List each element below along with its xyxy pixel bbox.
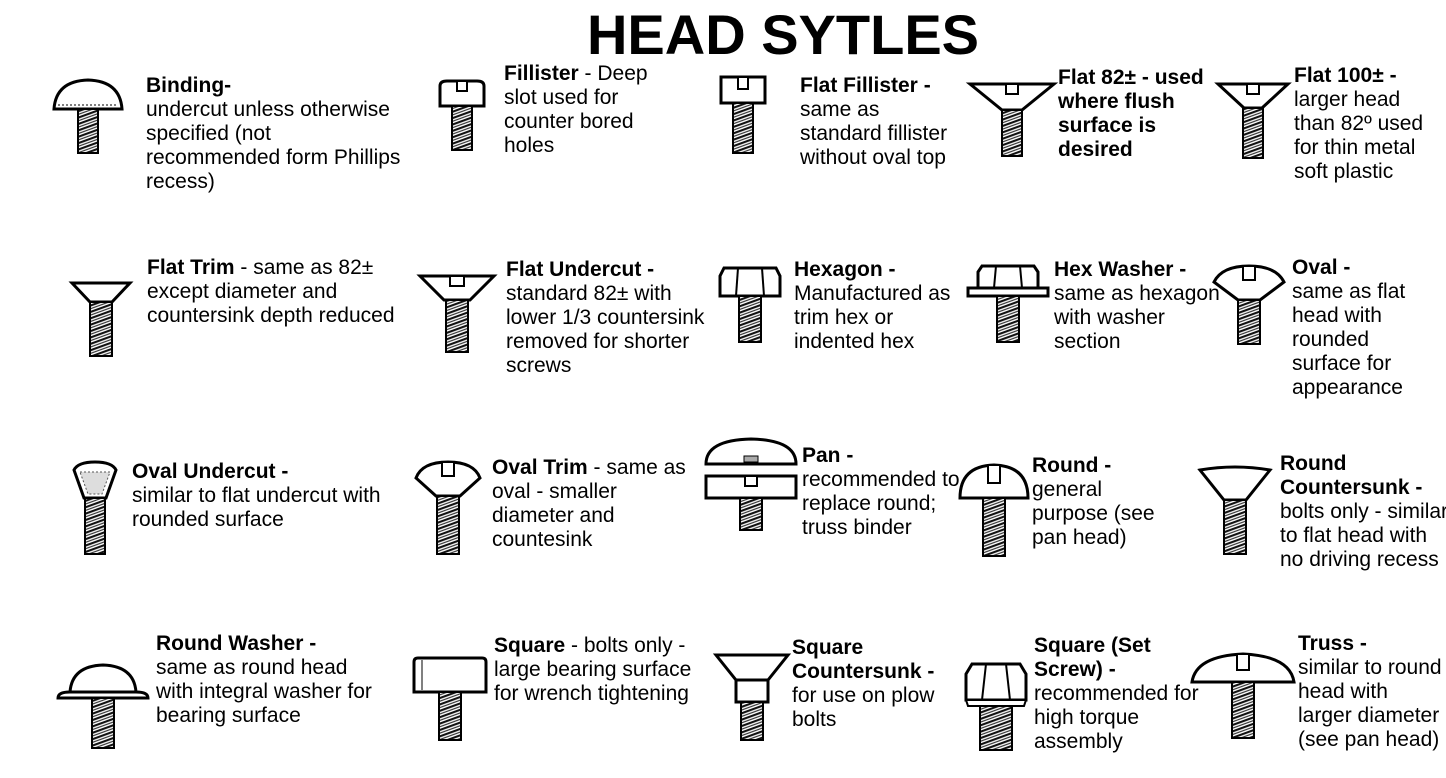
style-name: Pan - — [802, 444, 854, 467]
style-description: undercut unless otherwise specified (not… — [146, 98, 401, 193]
style-name: Oval Trim — [492, 456, 588, 479]
style-name: Flat 82± - used where flush surface is d… — [1058, 66, 1204, 161]
truss-head-screw-icon — [1190, 652, 1296, 739]
style-description: same as hexagon with washer section — [1054, 282, 1220, 353]
style-name: Square Countersunk - — [792, 636, 935, 683]
style-name: Square (Set Screw) - — [1034, 634, 1151, 681]
hex-washer-head-screw-icon — [966, 264, 1050, 343]
style-description: recommended for high torque assembly — [1034, 682, 1199, 753]
oval-undercut-head-screw-icon — [72, 460, 118, 555]
flat-82-head-screw-icon — [965, 82, 1059, 157]
style-name: Round - — [1032, 454, 1112, 477]
style-name: Flat 100± - — [1294, 64, 1397, 87]
style-separator: - — [234, 256, 254, 279]
round-countersunk-head-bolt-icon — [1197, 465, 1273, 555]
style-description: Manufactured as trim hex or indented hex — [794, 282, 951, 353]
pan-head-screw-icon — [704, 437, 798, 531]
style-separator: - — [587, 456, 607, 479]
style-name: Binding- — [146, 74, 232, 97]
square-head-bolt-icon — [412, 656, 488, 741]
style-description: same as flat head with rounded surface f… — [1292, 280, 1406, 399]
flat-100-head-screw-icon — [1214, 82, 1292, 159]
fillister-head-screw-icon — [438, 79, 486, 151]
oval-trim-head-screw-icon — [414, 460, 482, 555]
style-name: Round Washer - — [156, 632, 317, 655]
binding-head-screw-icon — [52, 78, 124, 154]
style-description: general purpose (see pan head) — [1032, 478, 1155, 549]
style-description: larger head than 82º used for thin metal… — [1294, 88, 1424, 183]
style-description: similar to round head with larger diamet… — [1298, 656, 1442, 751]
style-description: same as standard fillister without oval … — [800, 98, 948, 169]
style-description: bolts only - similar to flat head with n… — [1280, 500, 1446, 571]
page-title: HEAD SYTLES — [586, 3, 980, 66]
style-separator: - — [578, 62, 598, 85]
style-description: similar to flat undercut with rounded su… — [132, 484, 381, 531]
style-name: Truss - — [1298, 632, 1367, 655]
style-description: standard 82± with lower 1/3 countersink … — [506, 282, 705, 377]
style-name: Flat Fillister - — [800, 74, 931, 97]
flat-trim-head-screw-icon — [68, 281, 134, 357]
oval-head-screw-icon — [1212, 264, 1286, 345]
style-description: recommended to replace round; truss bind… — [802, 468, 960, 539]
style-name: Oval Undercut - — [132, 460, 289, 483]
flat-undercut-head-screw-icon — [416, 274, 498, 353]
style-name: Hexagon - — [794, 258, 896, 281]
style-name: Oval - — [1292, 256, 1351, 279]
style-name: Round Countersunk - — [1280, 452, 1423, 499]
style-description: same as round head with integral washer … — [156, 656, 372, 727]
round-washer-head-screw-icon — [56, 663, 150, 749]
style-name: Fillister — [504, 62, 579, 85]
square-set-screw-head-icon — [964, 662, 1028, 751]
style-name: Hex Washer - — [1054, 258, 1187, 281]
style-name: Flat Undercut - — [506, 258, 655, 281]
flat-fillister-head-screw-icon — [719, 75, 767, 154]
style-separator: - — [565, 634, 584, 657]
hexagon-head-screw-icon — [718, 266, 782, 343]
square-countersunk-head-bolt-icon — [712, 653, 792, 741]
style-description: for use on plow bolts — [792, 684, 935, 731]
style-name: Square — [494, 634, 566, 657]
style-name: Flat Trim — [147, 256, 235, 279]
round-head-screw-icon — [958, 463, 1030, 557]
